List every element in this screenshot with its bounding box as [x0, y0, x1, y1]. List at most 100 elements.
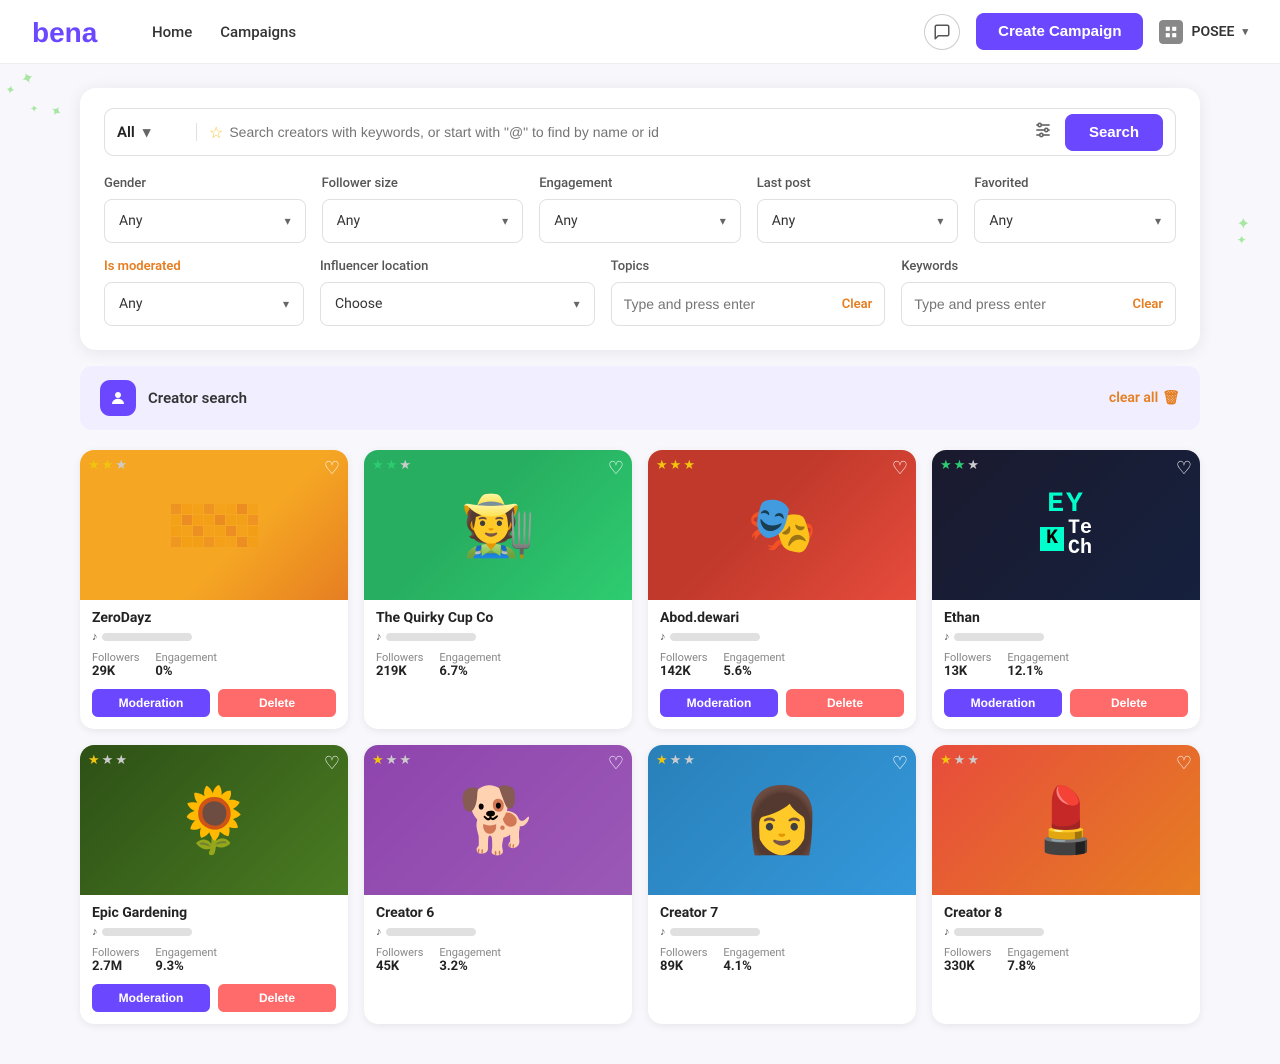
card-body: Creator 6 ♪ Followers 45K Engagement 3.2… — [364, 895, 632, 996]
nav-home[interactable]: Home — [152, 23, 192, 41]
filter-topics: Topics Clear — [611, 259, 886, 326]
moderation-button[interactable]: Moderation — [92, 689, 210, 717]
delete-button[interactable]: Delete — [786, 689, 904, 717]
nav-campaigns[interactable]: Campaigns — [220, 23, 296, 41]
username: POSEE — [1191, 24, 1234, 40]
handle-bar — [954, 633, 1044, 641]
card-image-wrapper: ★★★ ♡ — [80, 450, 348, 600]
search-input[interactable] — [229, 124, 1033, 140]
logo[interactable]: bena — [32, 16, 112, 48]
card-heart-button[interactable]: ♡ — [608, 753, 624, 774]
engagement-label: Engagement — [155, 946, 217, 959]
moderation-button[interactable]: Moderation — [660, 689, 778, 717]
followers-label: Followers — [92, 946, 139, 959]
card-image-wrapper: EY K TeCh ★★★ ♡ — [932, 450, 1200, 600]
engagement-value: 7.8% — [1007, 959, 1069, 974]
card-stats: Followers 2.7M Engagement 9.3% — [92, 946, 336, 974]
card-stats: Followers 89K Engagement 4.1% — [660, 946, 904, 974]
handle-bar — [386, 928, 476, 936]
filter-gender-value: Any — [119, 213, 143, 229]
filter-gender-select[interactable]: Any ▾ — [104, 199, 306, 243]
card-heart-button[interactable]: ♡ — [1176, 458, 1192, 479]
engagement-label: Engagement — [439, 651, 501, 664]
search-container: All ▾ ☆ Search G — [80, 88, 1200, 350]
chevron-down-icon: ▾ — [574, 297, 580, 311]
card-stats: Followers 330K Engagement 7.8% — [944, 946, 1188, 974]
followers-stat: Followers 142K — [660, 651, 707, 679]
chat-icon[interactable] — [924, 14, 960, 50]
handle-bar — [102, 928, 192, 936]
engagement-stat: Engagement 3.2% — [439, 946, 501, 974]
filter-favorited-select[interactable]: Any ▾ — [974, 199, 1176, 243]
creator-search-icon — [100, 380, 136, 416]
engagement-label: Engagement — [723, 651, 785, 664]
filter-moderated-select[interactable]: Any ▾ — [104, 282, 304, 326]
card-handle: ♪ — [92, 925, 336, 938]
followers-stat: Followers 89K — [660, 946, 707, 974]
filter-last-post-label: Last post — [757, 176, 959, 191]
card-body: Ethan ♪ Followers 13K Engagement 12.1% M… — [932, 600, 1200, 729]
card-body: ZeroDayz ♪ Followers 29K Engagement 0% M… — [80, 600, 348, 729]
user-menu[interactable]: POSEE ▾ — [1159, 20, 1248, 44]
filter-keywords-label: Keywords — [901, 259, 1176, 274]
chevron-down-icon: ▾ — [283, 297, 289, 311]
filter-engagement-select[interactable]: Any ▾ — [539, 199, 741, 243]
delete-button[interactable]: Delete — [218, 689, 336, 717]
card-name: ZeroDayz — [92, 610, 336, 626]
card-image-wrapper: 🎭 ★★★ ♡ — [648, 450, 916, 600]
card-heart-button[interactable]: ♡ — [892, 458, 908, 479]
card-image-wrapper: 💄 ★★★ ♡ — [932, 745, 1200, 895]
card-heart-button[interactable]: ♡ — [324, 753, 340, 774]
delete-button[interactable]: Delete — [218, 984, 336, 1012]
followers-value: 13K — [944, 664, 991, 679]
clear-all-button[interactable]: clear all 🗑 — [1109, 390, 1180, 406]
topics-clear-button[interactable]: Clear — [842, 297, 873, 312]
card-stars: ★★★ — [656, 753, 695, 768]
card-name: The Quirky Cup Co — [376, 610, 620, 626]
search-button[interactable]: Search — [1065, 114, 1163, 151]
moderation-button[interactable]: Moderation — [92, 984, 210, 1012]
chevron-down-icon: ▾ — [937, 214, 943, 228]
card-heart-button[interactable]: ♡ — [608, 458, 624, 479]
card-name: Ethan — [944, 610, 1188, 626]
card-name: Epic Gardening — [92, 905, 336, 921]
filter-last-post: Last post Any ▾ — [757, 176, 959, 243]
card-item: 🎭 ★★★ ♡ Abod.dewari ♪ Followers 142K Eng… — [648, 450, 916, 729]
filter-keywords: Keywords Clear — [901, 259, 1176, 326]
delete-button[interactable]: Delete — [1070, 689, 1188, 717]
keywords-clear-button[interactable]: Clear — [1132, 297, 1163, 312]
card-heart-button[interactable]: ♡ — [1176, 753, 1192, 774]
main-nav: Home Campaigns — [152, 23, 296, 41]
card-name: Creator 8 — [944, 905, 1188, 921]
cards-grid: ★★★ ♡ ZeroDayz ♪ Followers 29K Engagemen… — [80, 450, 1200, 1024]
engagement-value: 5.6% — [723, 664, 785, 679]
chevron-down-icon: ▾ — [1155, 214, 1161, 228]
card-heart-button[interactable]: ♡ — [324, 458, 340, 479]
create-campaign-button[interactable]: Create Campaign — [976, 13, 1143, 50]
filter-settings-icon[interactable] — [1033, 120, 1053, 145]
engagement-stat: Engagement 6.7% — [439, 651, 501, 679]
card-heart-button[interactable]: ♡ — [892, 753, 908, 774]
followers-label: Followers — [92, 651, 139, 664]
filter-last-post-select[interactable]: Any ▾ — [757, 199, 959, 243]
followers-value: 45K — [376, 959, 423, 974]
card-stars: ★★★ — [372, 753, 411, 768]
moderation-button[interactable]: Moderation — [944, 689, 1062, 717]
filter-location-label: Influencer location — [320, 259, 595, 274]
tiktok-icon: ♪ — [92, 630, 98, 643]
filter-engagement-label: Engagement — [539, 176, 741, 191]
engagement-stat: Engagement 0% — [155, 651, 217, 679]
filter-location-select[interactable]: Choose ▾ — [320, 282, 595, 326]
filter-topics-input[interactable] — [624, 296, 842, 312]
card-stars: ★★★ — [940, 753, 979, 768]
filter-last-post-value: Any — [772, 213, 796, 229]
card-stats: Followers 13K Engagement 12.1% — [944, 651, 1188, 679]
navbar-right: Create Campaign POSEE ▾ — [924, 13, 1248, 50]
filter-keywords-input[interactable] — [914, 296, 1132, 312]
card-item: 👩 ★★★ ♡ Creator 7 ♪ Followers 89K Engage… — [648, 745, 916, 1024]
filter-follower-size: Follower size Any ▾ — [322, 176, 524, 243]
svg-text:bena: bena — [32, 17, 98, 48]
main-content: ✦ ✦ ✦ ✦ ✦ ✦ All ▾ ☆ — [0, 64, 1280, 1064]
search-filter-dropdown[interactable]: All ▾ — [117, 123, 197, 141]
filter-follower-select[interactable]: Any ▾ — [322, 199, 524, 243]
